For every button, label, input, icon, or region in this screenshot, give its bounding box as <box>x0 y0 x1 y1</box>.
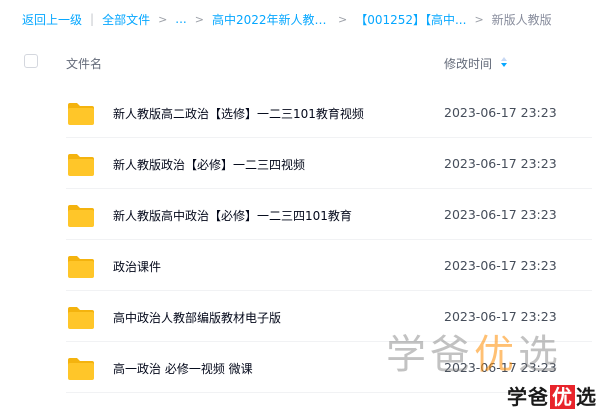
file-name[interactable]: 政治课件 <box>113 258 161 275</box>
list-item[interactable]: 新人教版高中政治【必修】一二三四101教育 2023-06-17 23:23 <box>0 190 602 240</box>
file-name[interactable]: 高一政治 必修一视频 微课 <box>113 360 253 377</box>
watermark-large: 学爸优选 <box>386 322 562 380</box>
breadcrumb-item-all-files[interactable]: 全部文件 <box>102 11 150 28</box>
file-name[interactable]: 新人教版高中政治【必修】一二三四101教育 <box>113 207 352 224</box>
breadcrumb-divider: | <box>90 12 95 26</box>
breadcrumb-item-folder-1[interactable]: 高中2022年新人教版... <box>212 11 330 28</box>
chevron-right-icon: > <box>158 12 168 26</box>
watermark-logo: 学爸优选 <box>507 381 597 410</box>
file-list-header: 文件名 修改时间 <box>0 44 602 82</box>
folder-icon <box>68 154 94 176</box>
list-item[interactable]: 新人教版政治【必修】一二三四视频 2023-06-17 23:23 <box>0 139 602 189</box>
watermark-text: 选 <box>518 332 562 378</box>
chevron-right-icon: > <box>474 12 484 26</box>
file-name[interactable]: 新人教版高二政治【选修】一二三101教育视频 <box>113 105 364 122</box>
file-name[interactable]: 新人教版政治【必修】一二三四视频 <box>113 156 305 173</box>
chevron-right-icon: > <box>194 12 204 26</box>
column-header-time[interactable]: 修改时间 <box>444 55 492 72</box>
watermark-accent: 优 <box>474 332 518 378</box>
watermark-logo-text: 选 <box>576 385 597 409</box>
modified-time: 2023-06-17 23:23 <box>444 105 557 120</box>
breadcrumb-current: 新版人教版 <box>491 12 552 27</box>
sort-icon[interactable] <box>500 56 508 68</box>
watermark-text: 学爸 <box>386 332 474 378</box>
folder-icon <box>68 358 94 380</box>
chevron-right-icon: > <box>337 12 348 26</box>
watermark-logo-text: 学爸 <box>507 385 549 409</box>
watermark-logo-accent: 优 <box>550 385 575 409</box>
folder-icon <box>68 256 94 278</box>
modified-time: 2023-06-17 23:23 <box>444 156 557 171</box>
folder-icon <box>68 103 94 125</box>
list-item[interactable]: 新人教版高二政治【选修】一二三101教育视频 2023-06-17 23:23 <box>0 88 602 138</box>
modified-time: 2023-06-17 23:23 <box>444 258 557 273</box>
select-all-checkbox[interactable] <box>24 54 38 68</box>
modified-time: 2023-06-17 23:23 <box>444 207 557 222</box>
back-link[interactable]: 返回上一级 <box>22 11 82 28</box>
breadcrumb: 返回上一级 | 全部文件 > ... > 高中2022年新人教版... > 【0… <box>22 9 597 29</box>
breadcrumb-item-ellipsis[interactable]: ... <box>175 12 186 26</box>
list-item[interactable]: 政治课件 2023-06-17 23:23 <box>0 241 602 291</box>
column-header-name[interactable]: 文件名 <box>66 55 102 72</box>
breadcrumb-item-folder-2[interactable]: 【001252】【高中... <box>355 11 466 28</box>
folder-icon <box>68 205 94 227</box>
file-name[interactable]: 高中政治人教部编版教材电子版 <box>113 309 281 326</box>
folder-icon <box>68 307 94 329</box>
